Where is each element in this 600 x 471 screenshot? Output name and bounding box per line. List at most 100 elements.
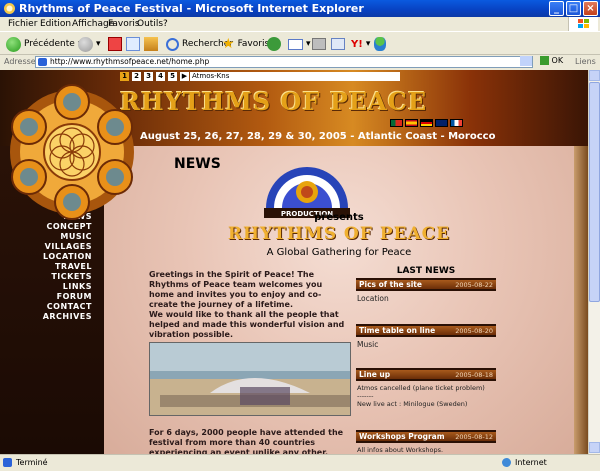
- news-item[interactable]: Workshops Program 2005-08-12 All infos a…: [356, 430, 496, 454]
- address-label: Adresse: [4, 57, 36, 66]
- news-item-body: Location: [357, 294, 389, 303]
- forward-button[interactable]: ▾: [78, 36, 101, 52]
- intro-text: Greetings in the Spirit of Peace! The Rh…: [149, 270, 345, 339]
- address-input[interactable]: http://www.rhythmsofpeace.net/home.php: [35, 56, 533, 68]
- page-viewport: 1 2 3 4 5 ▶ Atmos-Kns RHYTHMS OF PEACE A…: [0, 70, 588, 454]
- news-item[interactable]: Time table on line 2005-08-20 Music: [356, 324, 496, 352]
- nav-contact[interactable]: CONTACT: [43, 302, 92, 312]
- edit-icon: [331, 38, 345, 50]
- messenger-button[interactable]: [374, 36, 386, 52]
- menu-outils[interactable]: Outils: [137, 19, 163, 29]
- mail-button[interactable]: ▾: [288, 36, 311, 52]
- news-item-date: 2005-08-22: [455, 280, 493, 289]
- page-4-button[interactable]: 4: [156, 72, 165, 81]
- scroll-thumb[interactable]: [589, 82, 600, 302]
- more-text: For 6 days, 2000 people have attended th…: [149, 428, 344, 454]
- language-flags: [390, 119, 463, 127]
- nav-forum[interactable]: FORUM: [43, 292, 92, 302]
- title-bar: Rhythms of Peace Festival - Microsoft In…: [0, 0, 600, 17]
- back-arrow-icon: [6, 36, 21, 52]
- back-button[interactable]: Précédente ▾: [6, 36, 82, 52]
- presents-text: presents: [314, 212, 364, 223]
- messenger-icon: [374, 37, 386, 51]
- scroll-up-icon[interactable]: [589, 70, 600, 81]
- stop-button[interactable]: [108, 36, 122, 52]
- scroll-down-icon[interactable]: [589, 442, 600, 453]
- nav-links[interactable]: LINKS: [43, 282, 92, 292]
- page-1-button[interactable]: 1: [120, 72, 129, 81]
- stop-icon: [108, 37, 122, 51]
- news-item[interactable]: Pics of the site 2005-08-22 Location: [356, 278, 496, 306]
- nav-music[interactable]: MUSIC: [43, 232, 92, 242]
- flag-germany-icon[interactable]: [420, 119, 433, 127]
- address-bar: Adresse http://www.rhythmsofpeace.net/ho…: [0, 55, 600, 69]
- menu-favoris[interactable]: Favoris: [108, 19, 140, 29]
- festival-title: RHYTHMS OF PEACE: [227, 224, 451, 244]
- nav-tickets[interactable]: TICKETS: [43, 272, 92, 282]
- go-arrow-icon: [540, 56, 549, 65]
- maximize-button[interactable]: □: [566, 1, 581, 16]
- menu-edition[interactable]: Edition: [40, 19, 71, 29]
- back-label: Précédente: [24, 39, 75, 49]
- favorites-label: Favoris: [237, 39, 270, 49]
- window-title: Rhythms of Peace Festival - Microsoft In…: [19, 2, 364, 15]
- news-item-title[interactable]: Line up: [359, 370, 390, 379]
- vertical-scrollbar[interactable]: [588, 70, 600, 454]
- nav-archives[interactable]: ARCHIVES: [43, 312, 92, 322]
- menu-bar: Fichier Edition Affichage Favoris Outils…: [0, 17, 600, 31]
- search-icon: [166, 37, 179, 51]
- page-icon: [38, 58, 47, 66]
- favorites-button[interactable]: ★ Favoris: [222, 36, 269, 52]
- go-button[interactable]: OK: [540, 56, 563, 65]
- festival-dates: August 25, 26, 27, 28, 29 & 30, 2005 - A…: [140, 131, 496, 142]
- printer-icon: [312, 38, 326, 50]
- chevron-down-icon: ▾: [96, 39, 101, 49]
- festival-photo[interactable]: [149, 342, 351, 416]
- flag-france-icon[interactable]: [450, 119, 463, 127]
- close-button[interactable]: ×: [583, 1, 598, 16]
- news-item-title[interactable]: Time table on line: [359, 326, 435, 335]
- chevron-down-icon: ▾: [306, 39, 311, 49]
- menu-help[interactable]: ?: [163, 19, 168, 29]
- last-news-title: LAST NEWS: [396, 266, 456, 276]
- yahoo-icon: Y!: [351, 38, 363, 50]
- home-icon: [144, 37, 158, 51]
- play-icon[interactable]: ▶: [180, 72, 189, 81]
- news-item[interactable]: Line up 2005-08-18 Atmos cancelled (plan…: [356, 368, 496, 411]
- refresh-button[interactable]: [126, 36, 140, 52]
- page-5-button[interactable]: 5: [168, 72, 177, 81]
- home-button[interactable]: [144, 36, 158, 52]
- flag-portugal-icon[interactable]: [390, 119, 403, 127]
- minimize-button[interactable]: _: [549, 1, 564, 16]
- edit-button[interactable]: [331, 36, 345, 52]
- news-item-title[interactable]: Pics of the site: [359, 280, 422, 289]
- links-button[interactable]: Liens: [575, 57, 596, 66]
- decorative-strip: [574, 146, 588, 454]
- flag-uk-icon[interactable]: [435, 119, 448, 127]
- address-url: http://www.rhythmsofpeace.net/home.php: [50, 57, 210, 66]
- ie-icon: [4, 3, 15, 14]
- menu-fichier[interactable]: Fichier: [8, 19, 37, 29]
- nav-villages[interactable]: VILLAGES: [43, 242, 92, 252]
- address-dropdown-icon[interactable]: [520, 56, 532, 66]
- news-item-title[interactable]: Workshops Program: [359, 432, 445, 441]
- history-button[interactable]: [267, 36, 281, 52]
- news-item-header[interactable]: Time table on line 2005-08-20: [356, 324, 496, 337]
- forward-arrow-icon: [78, 36, 93, 52]
- go-label: OK: [551, 56, 564, 65]
- news-item-header[interactable]: Pics of the site 2005-08-22: [356, 278, 496, 291]
- nav-concept[interactable]: CONCEPT: [43, 222, 92, 232]
- nav-location[interactable]: LOCATION: [43, 252, 92, 262]
- page-3-button[interactable]: 3: [144, 72, 153, 81]
- status-page-icon: [3, 458, 12, 467]
- news-item-header[interactable]: Workshops Program 2005-08-12: [356, 430, 496, 443]
- flag-spain-icon[interactable]: [405, 119, 418, 127]
- print-button[interactable]: [312, 36, 326, 52]
- page-2-button[interactable]: 2: [132, 72, 141, 81]
- nav-travel[interactable]: TRAVEL: [43, 262, 92, 272]
- mail-icon: [288, 38, 303, 50]
- news-item-header[interactable]: Line up 2005-08-18: [356, 368, 496, 381]
- main-content: NEWS PRODUCTION presents RHYTHMS OF PEAC…: [104, 146, 574, 454]
- windows-logo-icon: [568, 17, 598, 31]
- yahoo-button[interactable]: Y! ▾: [351, 36, 370, 52]
